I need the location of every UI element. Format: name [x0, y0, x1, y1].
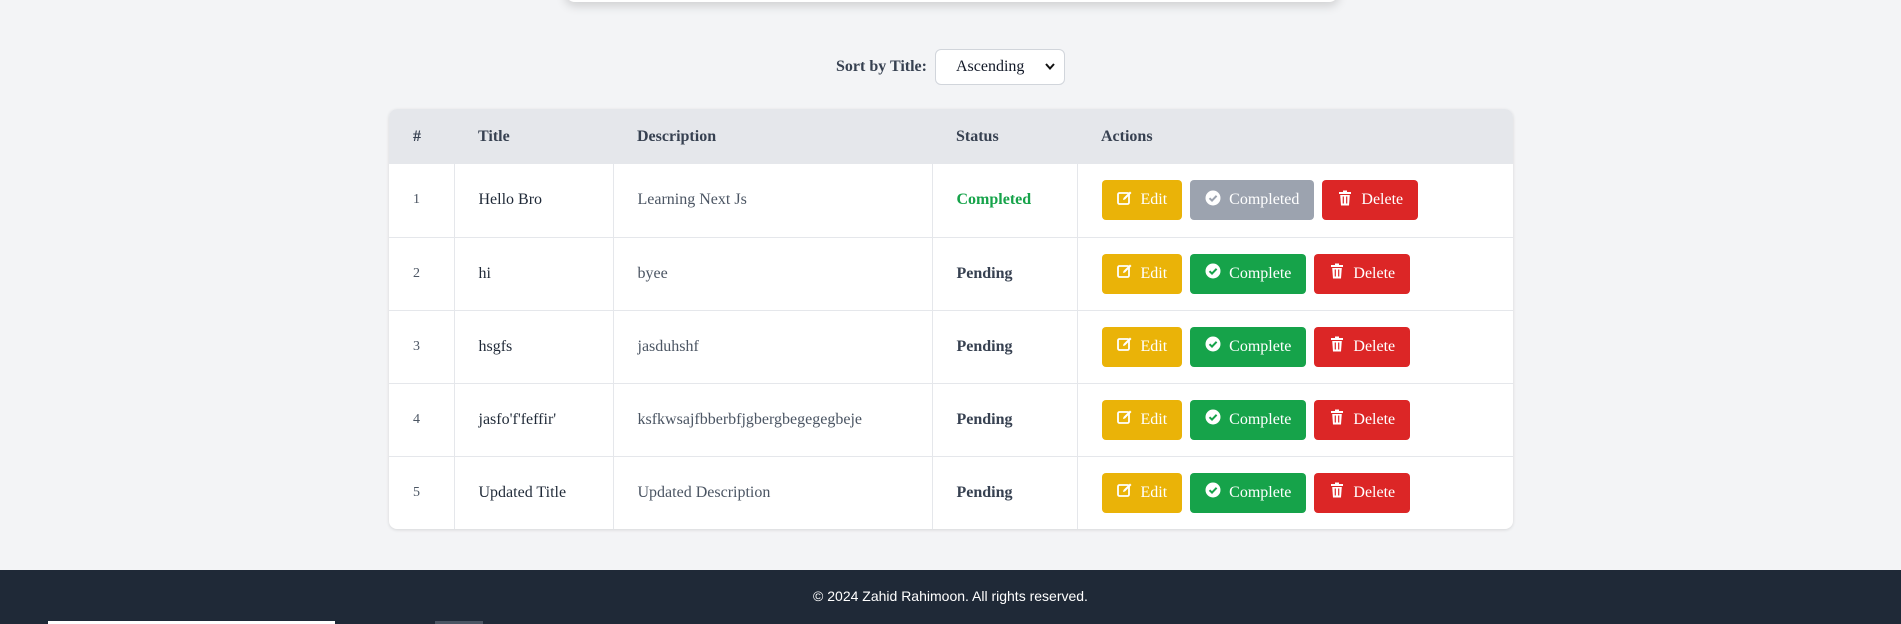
complete-button[interactable]: Complete	[1190, 253, 1307, 294]
row-number: 2	[413, 265, 420, 281]
row-title: hsgfs	[453, 310, 613, 383]
delete-label: Delete	[1353, 410, 1396, 428]
complete-button[interactable]: Complete	[1190, 399, 1307, 440]
edit-label: Edit	[1140, 264, 1168, 282]
delete-label: Delete	[1361, 191, 1404, 209]
table-row: 5 Updated Title Updated Description Pending…	[389, 456, 1513, 529]
header-actions: Actions	[1101, 127, 1153, 145]
row-status: Pending	[931, 310, 1077, 383]
edit-icon	[1116, 482, 1133, 503]
edit-button[interactable]: Edit	[1101, 472, 1183, 513]
sort-bar: Sort by Title: Ascending	[0, 49, 1901, 85]
row-actions: Edit Completed Delete	[1076, 164, 1513, 237]
check-circle-icon	[1205, 409, 1221, 430]
row-title: jasfo'f'feffir'	[453, 383, 613, 456]
row-description: byee	[612, 237, 932, 310]
delete-label: Delete	[1353, 483, 1396, 501]
row-actions: Edit Complete Delete	[1076, 310, 1513, 383]
complete-label: Complete	[1229, 337, 1292, 355]
edit-icon	[1116, 336, 1133, 357]
row-number: 1	[413, 192, 420, 208]
delete-button[interactable]: Delete	[1314, 326, 1411, 367]
complete-label: Complete	[1229, 483, 1292, 501]
row-description: Updated Description	[612, 456, 932, 529]
check-circle-icon	[1205, 263, 1221, 284]
row-number: 3	[413, 338, 420, 354]
row-status: Completed	[931, 164, 1077, 237]
row-title: Hello Bro	[453, 164, 613, 237]
row-status: Pending	[931, 237, 1077, 310]
row-status: Pending	[931, 383, 1077, 456]
row-actions: Edit Complete Delete	[1076, 237, 1513, 310]
footer: © 2024 Zahid Rahimoon. All rights reserv…	[0, 570, 1901, 624]
row-actions: Edit Complete Delete	[1076, 383, 1513, 456]
row-description: ksfkwsajfbberbfjgbergbegegegbeje	[612, 383, 932, 456]
header-number: #	[413, 127, 421, 145]
table-row: 1 Hello Bro Learning Next Js Completed Edit C…	[389, 164, 1513, 237]
table-header-row: # Title Description Status Actions	[389, 109, 1513, 164]
trash-icon	[1337, 190, 1353, 211]
row-title: Updated Title	[453, 456, 613, 529]
row-number: 5	[413, 484, 420, 500]
complete-label: Complete	[1229, 264, 1292, 282]
check-circle-icon	[1205, 482, 1221, 503]
table-row: 4 jasfo'f'feffir' ksfkwsajfbberbfjgbergbeg…	[389, 383, 1513, 456]
edit-icon	[1116, 190, 1133, 211]
delete-label: Delete	[1353, 264, 1396, 282]
edit-label: Edit	[1140, 483, 1168, 501]
header-status: Status	[956, 127, 999, 145]
complete-button[interactable]: Complete	[1190, 326, 1307, 367]
edit-button[interactable]: Edit	[1101, 253, 1183, 294]
trash-icon	[1329, 482, 1345, 503]
row-description: jasduhshf	[612, 310, 932, 383]
delete-button[interactable]: Delete	[1314, 472, 1411, 513]
row-number: 4	[413, 411, 420, 427]
header-title: Title	[478, 127, 510, 145]
edit-button[interactable]: Edit	[1101, 180, 1183, 221]
complete-button[interactable]: Complete	[1190, 472, 1307, 513]
edit-label: Edit	[1140, 191, 1168, 209]
top-card	[565, 0, 1339, 2]
row-description: Learning Next Js	[612, 164, 932, 237]
trash-icon	[1329, 336, 1345, 357]
delete-button[interactable]: Delete	[1322, 180, 1419, 221]
delete-button[interactable]: Delete	[1314, 253, 1411, 294]
row-title: hi	[453, 237, 613, 310]
sort-select[interactable]: Ascending	[934, 49, 1065, 85]
table-row: 3 hsgfs jasduhshf Pending Edit Complete Delete	[389, 310, 1513, 383]
check-circle-icon	[1205, 336, 1221, 357]
header-description: Description	[637, 127, 717, 145]
sort-select-value: Ascending	[955, 58, 1025, 75]
trash-icon	[1329, 263, 1345, 284]
tasks-table: # Title Description Status Actions 1 Hell…	[389, 109, 1513, 529]
chevron-down-icon	[1045, 62, 1055, 73]
sort-label: Sort by Title:	[836, 58, 927, 75]
row-status: Pending	[931, 456, 1077, 529]
table-row: 2 hi byee Pending Edit Complete Delete	[389, 237, 1513, 310]
complete-label: Complete	[1229, 410, 1292, 428]
footer-copyright: © 2024 Zahid Rahimoon. All rights reserv…	[813, 588, 1088, 604]
check-circle-icon	[1205, 190, 1221, 211]
edit-label: Edit	[1140, 337, 1168, 355]
complete-button[interactable]: Completed	[1190, 180, 1315, 221]
edit-button[interactable]: Edit	[1101, 326, 1183, 367]
delete-label: Delete	[1353, 337, 1396, 355]
complete-label: Completed	[1229, 191, 1300, 209]
edit-label: Edit	[1140, 410, 1168, 428]
edit-icon	[1116, 263, 1133, 284]
delete-button[interactable]: Delete	[1314, 399, 1411, 440]
row-actions: Edit Complete Delete	[1076, 456, 1513, 529]
edit-icon	[1116, 409, 1133, 430]
trash-icon	[1329, 409, 1345, 430]
edit-button[interactable]: Edit	[1101, 399, 1183, 440]
tasks-table-card: # Title Description Status Actions 1 Hell…	[389, 109, 1513, 529]
